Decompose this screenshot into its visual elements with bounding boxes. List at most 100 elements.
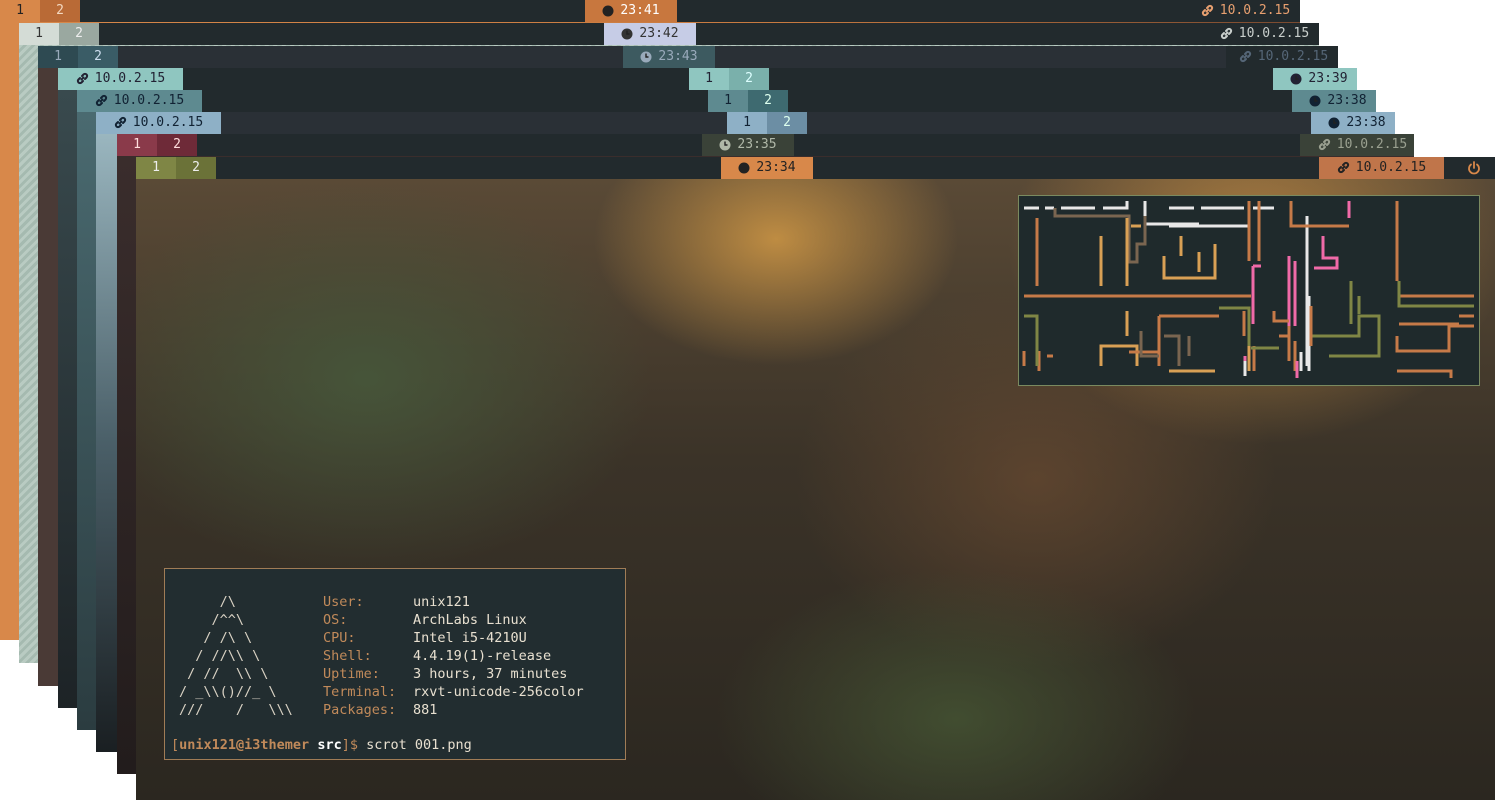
clock-icon [621, 28, 633, 39]
prompt-dir: src [317, 737, 342, 753]
workspace-button-2[interactable]: 2 [59, 23, 99, 45]
ip-address: 10.0.2.15 [1257, 49, 1329, 64]
wallpaper: /\ /^^\ / /\ \ / //\\ \ / // \\ \ / _\\(… [136, 179, 1495, 800]
clock-icon [1290, 73, 1302, 84]
clock-icon [1309, 95, 1321, 106]
clock-module: 23:39 [1273, 68, 1357, 90]
ip-address: 10.0.2.15 [132, 115, 204, 130]
info-key: User: [323, 594, 364, 610]
workspace-button-2[interactable]: 2 [78, 46, 118, 68]
workspace-button-1[interactable]: 1 [708, 90, 748, 112]
network-module: 10.0.2.15 [1226, 46, 1338, 68]
clock-icon [719, 139, 731, 150]
clock-icon [738, 162, 750, 173]
clock-time: 23:39 [1308, 71, 1348, 86]
system-info-list: User: unix121 OS: ArchLabs Linux CPU: Intel i… [323, 593, 584, 719]
clock-module: 23:43 [623, 46, 715, 68]
info-value: unix121 [413, 594, 470, 610]
info-value: 4.4.19(1)-release [413, 648, 552, 664]
pipe-segment [1243, 201, 1351, 378]
info-key: CPU: [323, 630, 356, 646]
link-icon [1337, 161, 1349, 174]
network-module: 10.0.2.15 [96, 112, 221, 134]
status-bar: 1 2 23:41 10.0.2.15 [0, 0, 1300, 22]
clock-time: 23:38 [1346, 115, 1386, 130]
power-icon[interactable] [1467, 160, 1481, 175]
system-info-row: Uptime: 3 hours, 37 minutes [323, 665, 584, 683]
status-bar: 1 2 23:43 10.0.2.15 [38, 46, 1338, 68]
workspace-button-1[interactable]: 1 [38, 46, 78, 68]
status-bar: 1 2 23:39 10.0.2.15 [58, 68, 1357, 90]
status-bar: 1 2 23:42 10.0.2.15 [19, 23, 1319, 45]
clock-time: 23:34 [756, 160, 796, 175]
link-icon [1201, 4, 1213, 17]
workspace-button-1[interactable]: 1 [727, 112, 767, 134]
pipe-segment [1024, 201, 1274, 210]
clock-module: 23:38 [1292, 90, 1376, 112]
system-info-row: CPU: Intel i5-4210U [323, 629, 584, 647]
pipe-segment [1139, 331, 1191, 366]
pipe-segment [1143, 201, 1309, 366]
link-icon [95, 94, 107, 107]
info-key: Packages: [323, 702, 397, 718]
workspace-button-2[interactable]: 2 [176, 157, 216, 179]
network-module: 10.0.2.15 [1188, 0, 1300, 22]
link-icon [76, 72, 88, 85]
prompt-open: [ [171, 737, 180, 753]
network-module: 10.0.2.15 [77, 90, 202, 112]
workspace-button-1[interactable]: 1 [0, 0, 40, 22]
ip-address: 10.0.2.15 [94, 71, 166, 86]
network-module: 10.0.2.15 [1300, 134, 1414, 156]
network-module: 10.0.2.15 [1207, 23, 1319, 45]
shell-prompt[interactable]: [unix121@i3themer src]$ scrot 001.png [171, 736, 472, 754]
status-bar: 1 2 23:38 10.0.2.15 [96, 112, 1395, 134]
power-button[interactable] [1456, 157, 1492, 179]
system-info-row: User: unix121 [323, 593, 584, 611]
workspace-button-2[interactable]: 2 [157, 134, 197, 156]
clock-icon [1328, 117, 1340, 128]
ip-address: 10.0.2.15 [1219, 3, 1291, 18]
system-info-row: Packages: 881 [323, 701, 584, 719]
ip-address: 10.0.2.15 [1336, 137, 1408, 152]
clock-module: 23:38 [1311, 112, 1395, 134]
link-icon [114, 116, 126, 129]
workspace-button-1[interactable]: 1 [117, 134, 157, 156]
pipes-screensaver-window [1018, 195, 1480, 386]
clock-time: 23:38 [1327, 93, 1367, 108]
clock-module: 23:35 [702, 134, 794, 156]
workspace-button-1[interactable]: 1 [19, 23, 59, 45]
ip-address: 10.0.2.15 [1355, 160, 1427, 175]
info-value: Intel i5-4210U [413, 630, 527, 646]
info-key: Terminal: [323, 684, 397, 700]
info-value: ArchLabs Linux [413, 612, 527, 628]
system-info-row: OS: ArchLabs Linux [323, 611, 584, 629]
clock-module: 23:42 [604, 23, 696, 45]
system-info-row: Shell: 4.4.19(1)-release [323, 647, 584, 665]
info-key: Uptime: [323, 666, 380, 682]
prompt-close: ]$ [341, 737, 358, 753]
system-info-row: Terminal: rxvt-unicode-256color [323, 683, 584, 701]
clock-module: 23:41 [585, 0, 677, 22]
workspace-button-2[interactable]: 2 [729, 68, 769, 90]
workspace-button-2[interactable]: 2 [767, 112, 807, 134]
clock-time: 23:41 [620, 3, 660, 18]
distro-ascii-logo: /\ /^^\ / /\ \ / //\\ \ / // \\ \ / _\\(… [179, 594, 293, 718]
info-key: Shell: [323, 648, 372, 664]
info-value: 881 [413, 702, 438, 718]
info-key: OS: [323, 612, 348, 628]
workspace-button-1[interactable]: 1 [136, 157, 176, 179]
workspace-button-2[interactable]: 2 [748, 90, 788, 112]
info-value: 3 hours, 37 minutes [413, 666, 568, 682]
clock-time: 23:42 [639, 26, 679, 41]
info-value: rxvt-unicode-256color [413, 684, 584, 700]
terminal-window[interactable]: /\ /^^\ / /\ \ / //\\ \ / // \\ \ / _\\(… [164, 568, 626, 760]
ip-address: 10.0.2.15 [113, 93, 185, 108]
link-icon [1220, 27, 1232, 40]
ip-address: 10.0.2.15 [1238, 26, 1310, 41]
clock-icon [640, 51, 652, 62]
status-bar: 1 2 23:35 10.0.2.15 [117, 134, 1414, 156]
clock-time: 23:35 [737, 137, 777, 152]
workspace-button-1[interactable]: 1 [689, 68, 729, 90]
workspace-button-2[interactable]: 2 [40, 0, 80, 22]
status-bar: 1 2 23:38 10.0.2.15 [77, 90, 1376, 112]
